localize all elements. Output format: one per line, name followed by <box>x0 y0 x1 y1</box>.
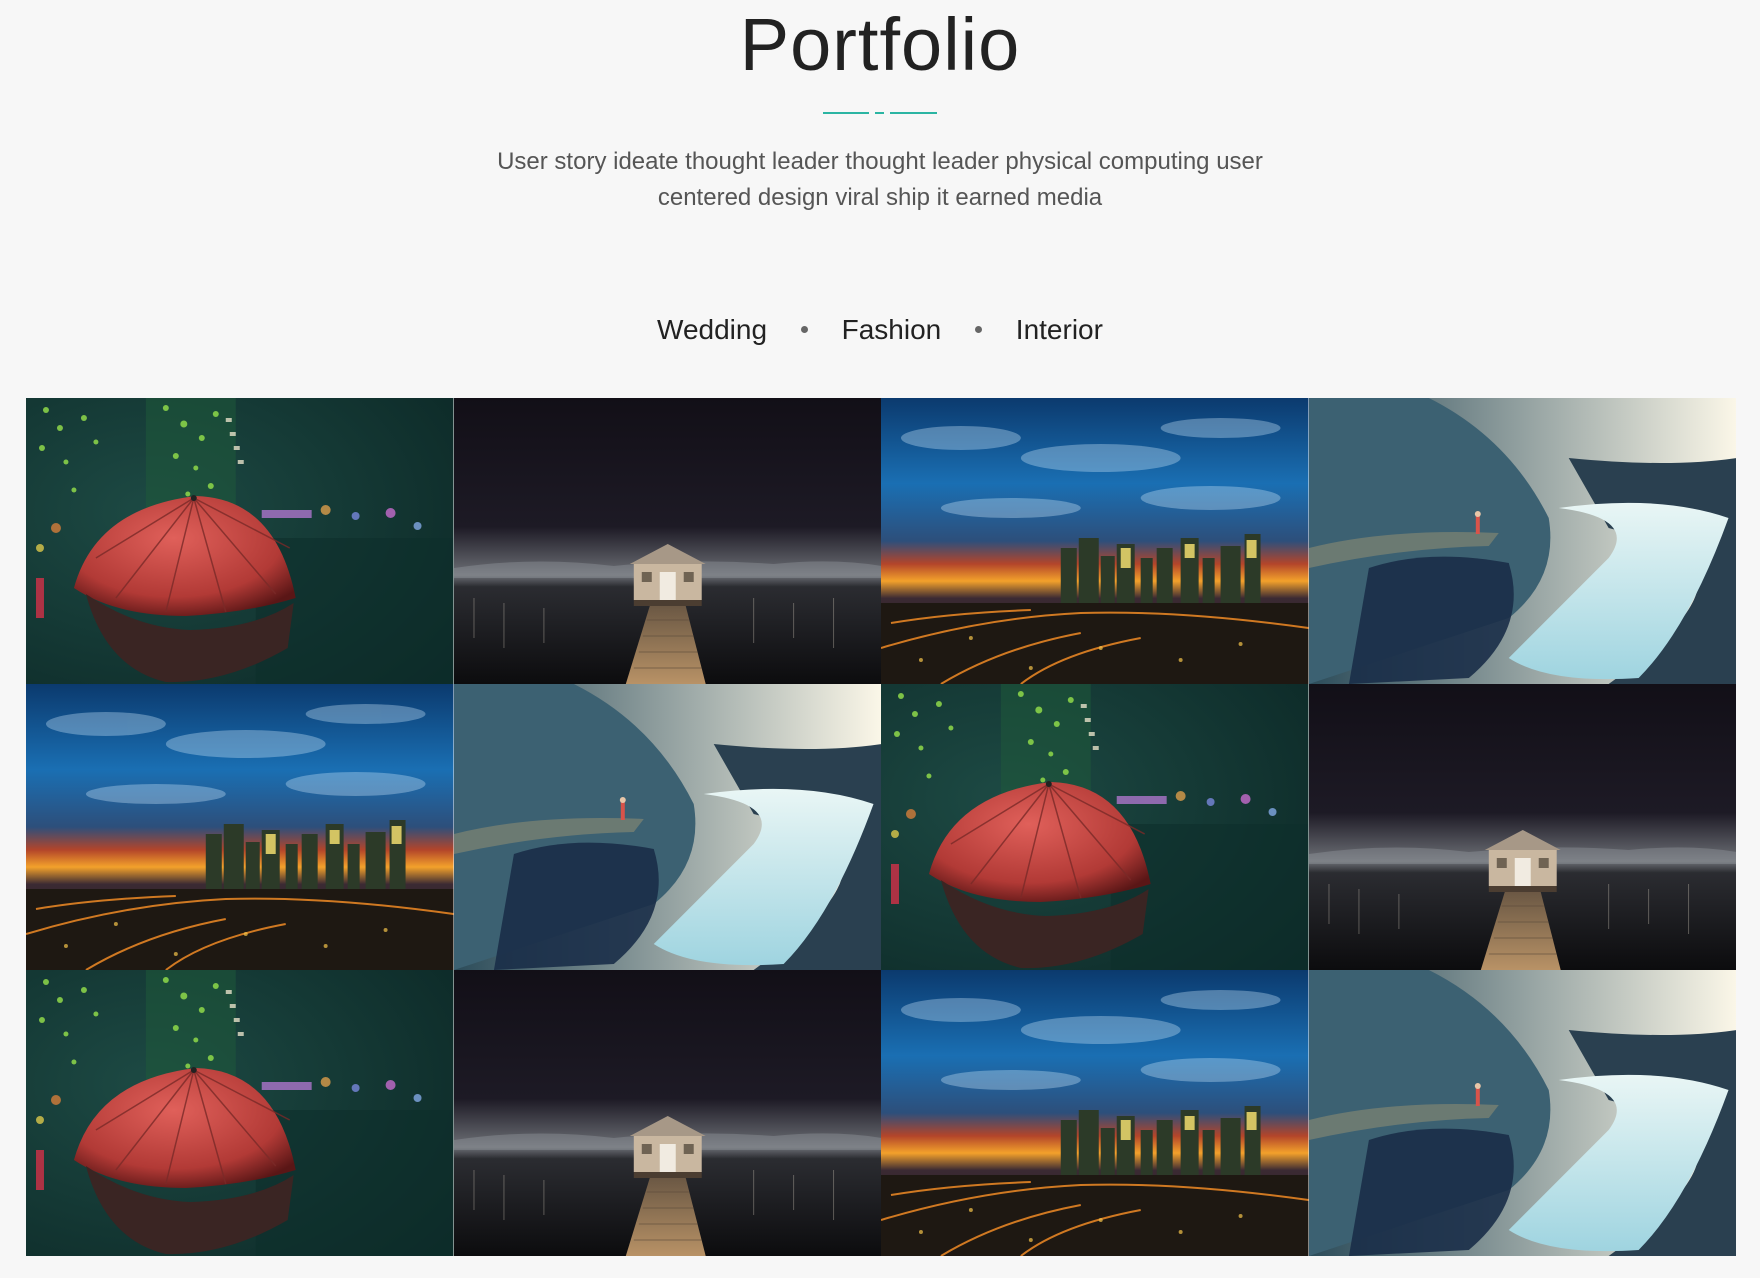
umbrella-icon <box>881 684 1309 970</box>
umbrella-icon <box>26 970 454 1256</box>
city-sunset-icon <box>26 684 454 970</box>
subtitle-line-2: centered design viral ship it earned med… <box>657 184 1103 211</box>
portfolio-tile[interactable] <box>26 398 454 684</box>
divider-left <box>823 112 869 114</box>
portfolio-filter-nav: Wedding Fashion Interior <box>0 312 1760 346</box>
divider-right <box>890 112 937 114</box>
portfolio-tile[interactable] <box>881 398 1309 684</box>
portfolio-tile[interactable] <box>453 970 881 1256</box>
page-title: Portfolio <box>739 3 1021 86</box>
boathouse-icon <box>453 398 881 684</box>
umbrella-icon <box>26 398 454 684</box>
portfolio-gallery <box>26 398 1736 1256</box>
portfolio-tile[interactable] <box>26 970 454 1256</box>
fjord-cliff-icon <box>1308 970 1736 1256</box>
filter-separator-dot <box>800 326 808 334</box>
divider-middle <box>875 112 884 114</box>
title-divider <box>823 112 937 115</box>
boathouse-icon <box>453 970 881 1256</box>
boathouse-icon <box>1308 684 1736 970</box>
portfolio-tile[interactable] <box>453 398 881 684</box>
filter-wedding[interactable]: Wedding <box>657 314 767 346</box>
portfolio-tile[interactable] <box>881 684 1309 970</box>
city-sunset-icon <box>881 398 1309 684</box>
portfolio-tile[interactable] <box>1308 684 1736 970</box>
portfolio-tile[interactable] <box>1308 970 1736 1256</box>
portfolio-tile[interactable] <box>881 970 1309 1256</box>
portfolio-tile[interactable] <box>453 684 881 970</box>
portfolio-tile[interactable] <box>26 684 454 970</box>
page-subtitle: User story ideate thought leader thought… <box>440 144 1320 216</box>
filter-separator-dot <box>975 326 983 334</box>
filter-fashion[interactable]: Fashion <box>842 314 942 346</box>
city-sunset-icon <box>881 970 1309 1256</box>
filter-interior[interactable]: Interior <box>1016 314 1103 346</box>
portfolio-tile[interactable] <box>1308 398 1736 684</box>
fjord-cliff-icon <box>453 684 881 970</box>
subtitle-line-1: User story ideate thought leader thought… <box>497 148 1263 175</box>
fjord-cliff-icon <box>1308 398 1736 684</box>
